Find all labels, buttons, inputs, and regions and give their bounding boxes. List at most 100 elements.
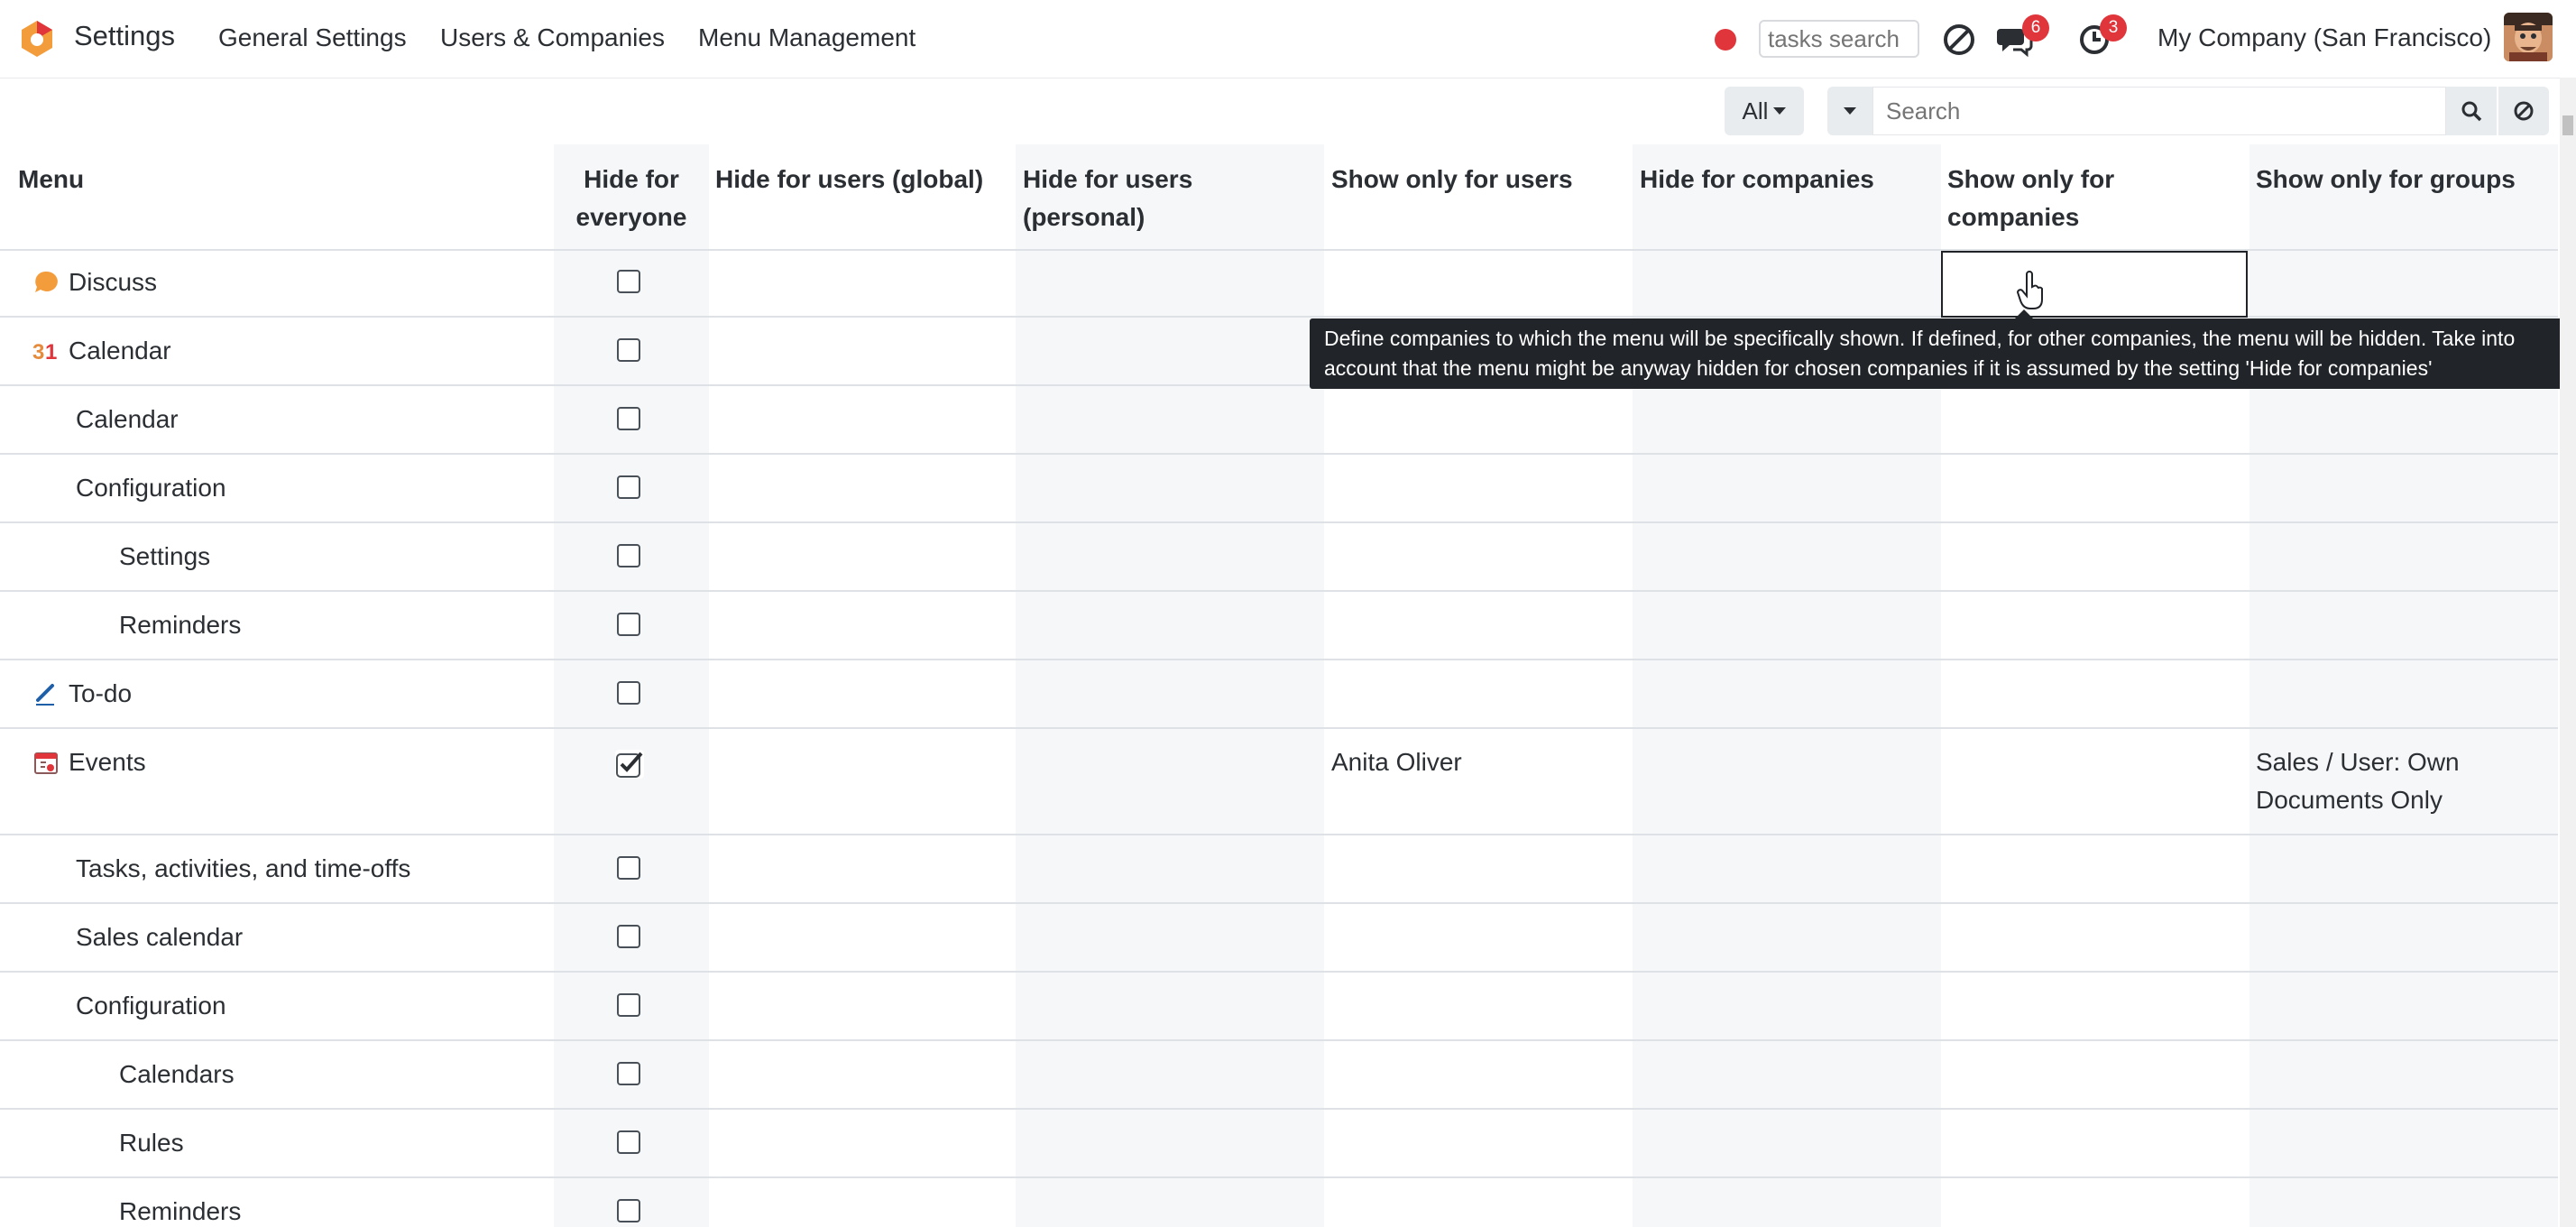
- hide-everyone-checkbox[interactable]: [617, 270, 640, 293]
- table-row[interactable]: Calendars: [0, 1041, 2558, 1110]
- search-button[interactable]: [2446, 87, 2497, 135]
- app-title[interactable]: Settings: [74, 20, 175, 52]
- ban-icon: [2514, 101, 2534, 121]
- tooltip-line1: Define companies to which the menu will …: [1324, 327, 2516, 350]
- show-companies-cell-focused[interactable]: [1941, 251, 2248, 318]
- column-help-tooltip: Define companies to which the menu will …: [1310, 318, 2576, 389]
- hide-everyone-checkbox[interactable]: [617, 1199, 640, 1222]
- header-show-groups[interactable]: Show only for groups: [2256, 161, 2516, 198]
- header-hide-users-personal-line2: (personal): [1023, 203, 1145, 231]
- caret-down-icon: [1844, 107, 1856, 115]
- table-row[interactable]: Configuration: [0, 973, 2558, 1041]
- table-row[interactable]: Reminders: [0, 1178, 2558, 1227]
- show-groups-line2: Documents Only: [2256, 786, 2443, 814]
- hide-everyone-checkbox[interactable]: [617, 544, 640, 567]
- menu-name: To-do: [69, 679, 133, 707]
- hide-everyone-checkbox[interactable]: [617, 338, 640, 362]
- filter-all-dropdown[interactable]: All: [1725, 87, 1804, 135]
- top-navbar: Settings General Settings Users & Compan…: [0, 0, 2576, 78]
- menu-cell: Reminders: [119, 1178, 241, 1227]
- header-hide-users-personal-line1: Hide for users: [1023, 165, 1193, 193]
- menu-name: Configuration: [76, 992, 226, 1019]
- tooltip-line2: account that the menu might be anyway hi…: [1324, 356, 2433, 380]
- hide-everyone-checkbox[interactable]: [617, 856, 640, 880]
- menu-name: Calendars: [119, 1060, 235, 1088]
- table-row[interactable]: Rules: [0, 1110, 2558, 1178]
- header-show-companies-line1: Show only for: [1947, 165, 2115, 193]
- header-hide-users-personal[interactable]: Hide for users (personal): [1023, 161, 1192, 236]
- company-switcher[interactable]: My Company (San Francisco): [2157, 23, 2491, 52]
- clear-search-button[interactable]: [2498, 87, 2549, 135]
- menu-name: Tasks, activities, and time-offs: [76, 854, 411, 882]
- table-row[interactable]: Configuration: [0, 455, 2558, 523]
- discuss-icon: [35, 271, 58, 292]
- menu-name: Discuss: [69, 268, 158, 296]
- odoobot-icon[interactable]: [1939, 20, 1979, 60]
- app-logo-icon[interactable]: [16, 18, 58, 60]
- header-menu[interactable]: Menu: [18, 161, 84, 198]
- svg-text:3: 3: [32, 340, 44, 364]
- menu-cell: Sales calendar: [76, 904, 243, 971]
- header-hide-users-global[interactable]: Hide for users (global): [715, 161, 983, 198]
- filter-all-label: All: [1742, 97, 1769, 125]
- menu-cell: Calendar: [76, 386, 179, 453]
- header-show-users[interactable]: Show only for users: [1331, 161, 1573, 198]
- menu-name: Configuration: [76, 474, 226, 502]
- hand-pointer-icon: [2017, 271, 2043, 309]
- show-groups-line1: Sales / User: Own: [2256, 748, 2460, 776]
- menu-name: Sales calendar: [76, 923, 244, 951]
- calendar-app-icon: 3 1: [32, 340, 57, 364]
- hide-everyone-checkbox-checked[interactable]: [615, 750, 644, 779]
- recording-indicator-icon[interactable]: [1715, 29, 1736, 51]
- table-row[interactable]: Events Anita Oliver Sales / User: Own Do…: [0, 729, 2558, 835]
- header-hide-companies[interactable]: Hide for companies: [1640, 161, 1874, 198]
- svg-text:1: 1: [45, 340, 57, 364]
- table-row[interactable]: Reminders: [0, 592, 2558, 660]
- vertical-scrollbar[interactable]: [2560, 78, 2576, 1227]
- menu-name: Reminders: [119, 611, 242, 639]
- menu-cell: Tasks, activities, and time-offs: [76, 835, 410, 902]
- user-avatar[interactable]: [2504, 13, 2553, 61]
- menu-cell: Settings: [119, 523, 210, 590]
- menu-cell: Rules: [119, 1110, 184, 1176]
- scrollbar-thumb[interactable]: [2562, 115, 2573, 135]
- tasks-search-input[interactable]: [1759, 20, 1919, 58]
- table-row[interactable]: Calendar: [0, 386, 2558, 455]
- menu-cell: Events: [32, 729, 146, 796]
- search-icon: [2461, 101, 2482, 122]
- header-hide-everyone[interactable]: Hide for everyone: [574, 161, 689, 236]
- table-row[interactable]: To-do: [0, 660, 2558, 729]
- header-show-companies-line2: companies: [1947, 203, 2080, 231]
- hide-everyone-checkbox[interactable]: [617, 1062, 640, 1085]
- avatar-portrait-icon: [2504, 13, 2553, 61]
- menu-menu-management[interactable]: Menu Management: [698, 23, 915, 52]
- menu-cell: Configuration: [76, 973, 226, 1039]
- menu-name: Reminders: [119, 1197, 242, 1225]
- show-groups-value[interactable]: Sales / User: Own Documents Only: [2256, 743, 2460, 819]
- hide-everyone-checkbox[interactable]: [617, 475, 640, 499]
- menu-name: Events: [69, 748, 146, 776]
- table-header: Menu Hide for everyone Hide for users (g…: [0, 144, 2558, 251]
- menu-cell: Configuration: [76, 455, 226, 521]
- menu-cell: 3 1 Calendar: [32, 318, 171, 384]
- search-options-toggle[interactable]: [1827, 87, 1872, 135]
- table-row[interactable]: Sales calendar: [0, 904, 2558, 973]
- menu-cell: Reminders: [119, 592, 241, 659]
- hide-everyone-checkbox[interactable]: [617, 407, 640, 430]
- hide-everyone-checkbox[interactable]: [617, 925, 640, 948]
- table-row[interactable]: Tasks, activities, and time-offs: [0, 835, 2558, 904]
- header-show-companies[interactable]: Show only for companies: [1947, 161, 2114, 236]
- activities-badge: 3: [2100, 14, 2127, 42]
- table-row[interactable]: Settings: [0, 523, 2558, 592]
- hide-everyone-checkbox[interactable]: [617, 613, 640, 636]
- hide-everyone-checkbox[interactable]: [617, 681, 640, 705]
- search-input[interactable]: [1872, 87, 2446, 135]
- hide-everyone-checkbox[interactable]: [617, 1130, 640, 1154]
- menu-cell: Calendars: [119, 1041, 235, 1108]
- menu-users-companies[interactable]: Users & Companies: [440, 23, 665, 52]
- menu-name: Calendar: [76, 405, 179, 433]
- menu-cell: Discuss: [32, 249, 157, 316]
- hide-everyone-checkbox[interactable]: [617, 993, 640, 1017]
- show-users-value[interactable]: Anita Oliver: [1331, 743, 1462, 781]
- menu-general-settings[interactable]: General Settings: [218, 23, 407, 52]
